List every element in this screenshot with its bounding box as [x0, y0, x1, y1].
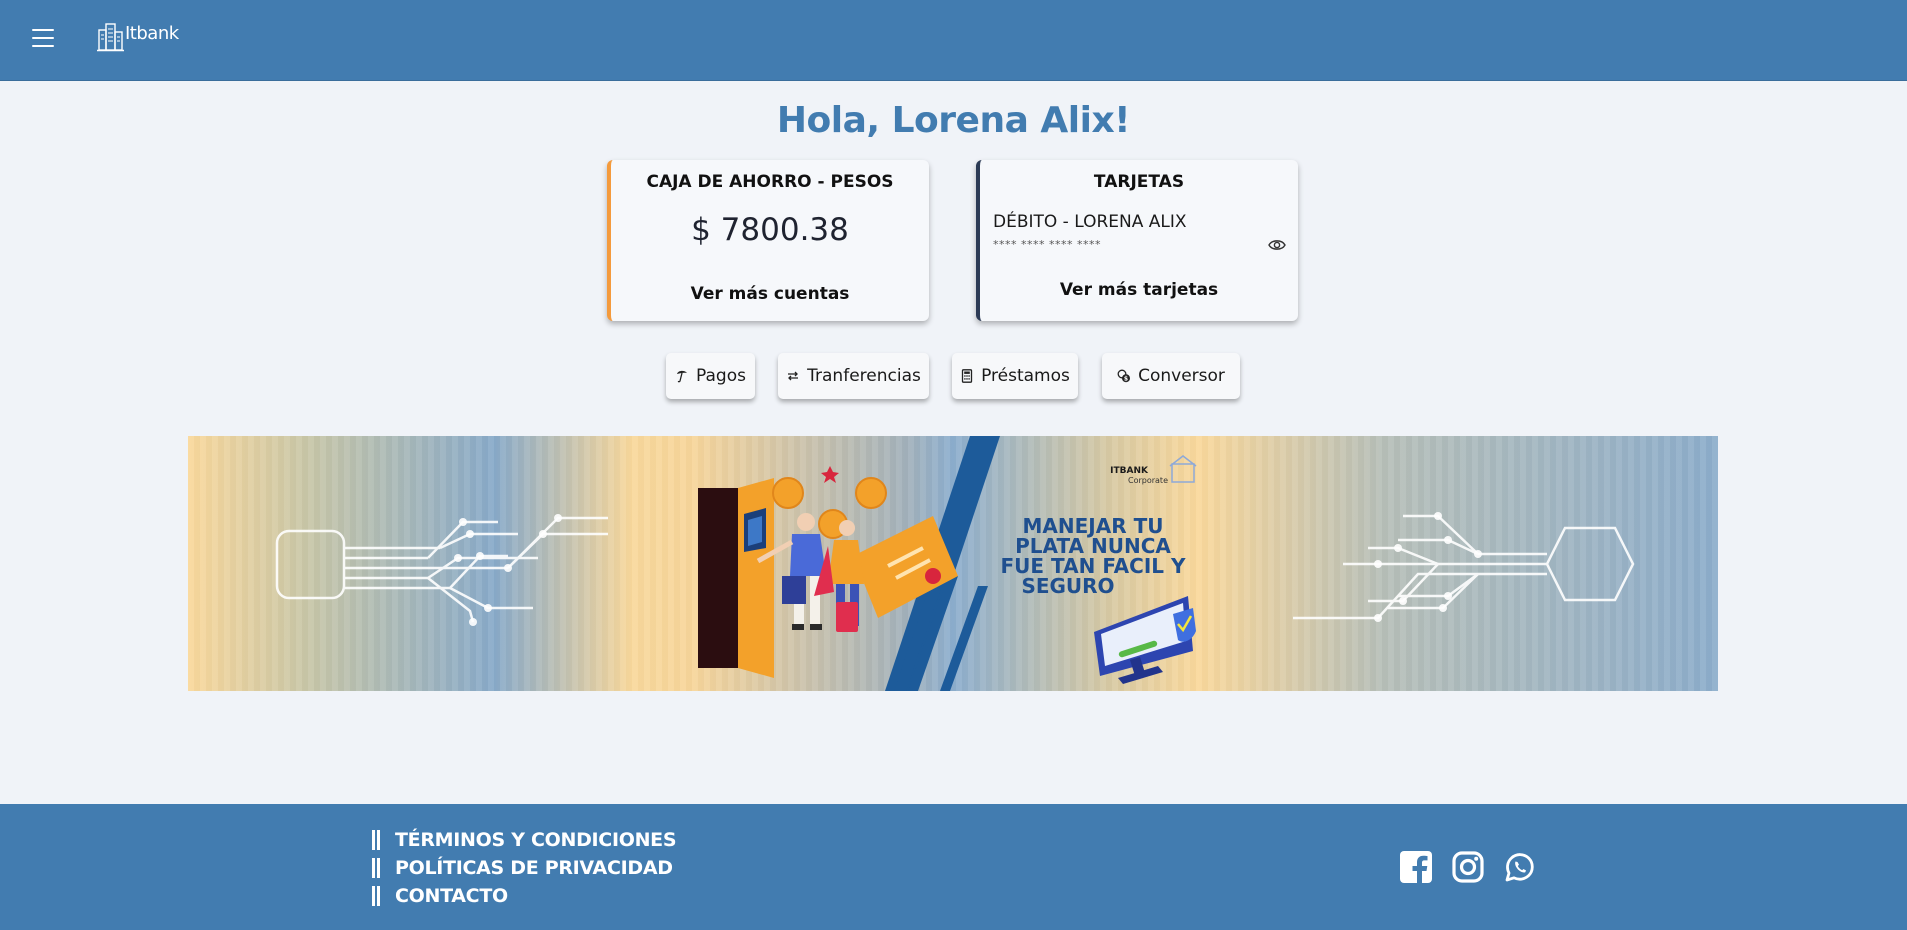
monitor-graphic: [1094, 596, 1196, 684]
transfers-button[interactable]: Tranferencias: [778, 353, 929, 399]
svg-text:$: $: [1124, 375, 1128, 382]
hamburger-menu-icon[interactable]: [32, 29, 54, 47]
privacy-link[interactable]: POLÍTICAS DE PRIVACIDAD: [372, 854, 676, 882]
more-cards-link[interactable]: Ver más tarjetas: [980, 280, 1298, 300]
umbrella-icon: [677, 370, 688, 383]
circuit-left-graphic: [275, 516, 608, 623]
atm-graphic: [698, 478, 774, 678]
contact-link[interactable]: CONTACTO: [372, 882, 676, 910]
itbank-corporate-logo: [1169, 455, 1197, 483]
building-icon: [97, 23, 124, 52]
terms-label: TÉRMINOS Y CONDICIONES: [395, 829, 677, 851]
payments-label: Pagos: [696, 366, 746, 386]
debit-card-name: DÉBITO - LORENA ALIX: [993, 212, 1187, 232]
footer: TÉRMINOS Y CONDICIONES POLÍTICAS DE PRIV…: [0, 804, 1907, 930]
footer-links: TÉRMINOS Y CONDICIONES POLÍTICAS DE PRIV…: [372, 826, 677, 910]
arrows-exchange-icon: [788, 371, 799, 381]
loans-label: Préstamos: [981, 366, 1070, 386]
masked-card-number: **** **** **** ****: [993, 238, 1101, 251]
payments-button[interactable]: Pagos: [666, 353, 755, 399]
top-navbar: Itbank: [0, 0, 1907, 81]
privacy-label: POLÍTICAS DE PRIVACIDAD: [395, 857, 673, 879]
circuit-right-graphic: [1293, 514, 1635, 620]
logo-text: Itbank: [125, 23, 179, 44]
logo[interactable]: Itbank: [97, 22, 179, 54]
coins-graphic: [772, 466, 887, 539]
loans-button[interactable]: Préstamos: [952, 353, 1078, 399]
converter-label: Conversor: [1138, 366, 1225, 386]
more-accounts-link[interactable]: Ver más cuentas: [611, 284, 929, 304]
promo-banner[interactable]: ITBANK Corporate MANEJAR TU PLATA NUNCA …: [188, 436, 1718, 691]
savings-account-card: CAJA DE AHORRO - PESOS $ 7800.38 Ver más…: [607, 160, 929, 321]
calculator-icon: [961, 369, 973, 383]
cards-card-title: TARJETAS: [1093, 172, 1185, 192]
greeting-title: Hola, Lorena Alix!: [776, 100, 1131, 141]
cards-card: TARJETAS DÉBITO - LORENA ALIX **** **** …: [976, 160, 1298, 321]
banner-brand-sub: Corporate: [1128, 476, 1168, 485]
facebook-icon[interactable]: [1399, 850, 1433, 884]
instagram-icon[interactable]: [1451, 850, 1485, 884]
banner-headline-line-4: SEGURO: [1021, 574, 1114, 598]
eye-icon[interactable]: [1268, 238, 1286, 252]
banner-illustration: ITBANK Corporate MANEJAR TU PLATA NUNCA …: [275, 436, 1635, 691]
transfers-label: Tranferencias: [807, 366, 921, 386]
converter-button[interactable]: $ Conversor: [1102, 353, 1240, 399]
account-card-title: CAJA DE AHORRO - PESOS: [646, 172, 894, 192]
banner-brand: ITBANK: [1110, 466, 1149, 476]
contact-label: CONTACTO: [395, 885, 508, 907]
coins-icon: $: [1117, 369, 1131, 382]
whatsapp-icon[interactable]: [1503, 850, 1537, 884]
terms-link[interactable]: TÉRMINOS Y CONDICIONES: [372, 826, 677, 854]
account-balance: $ 7800.38: [691, 212, 849, 248]
